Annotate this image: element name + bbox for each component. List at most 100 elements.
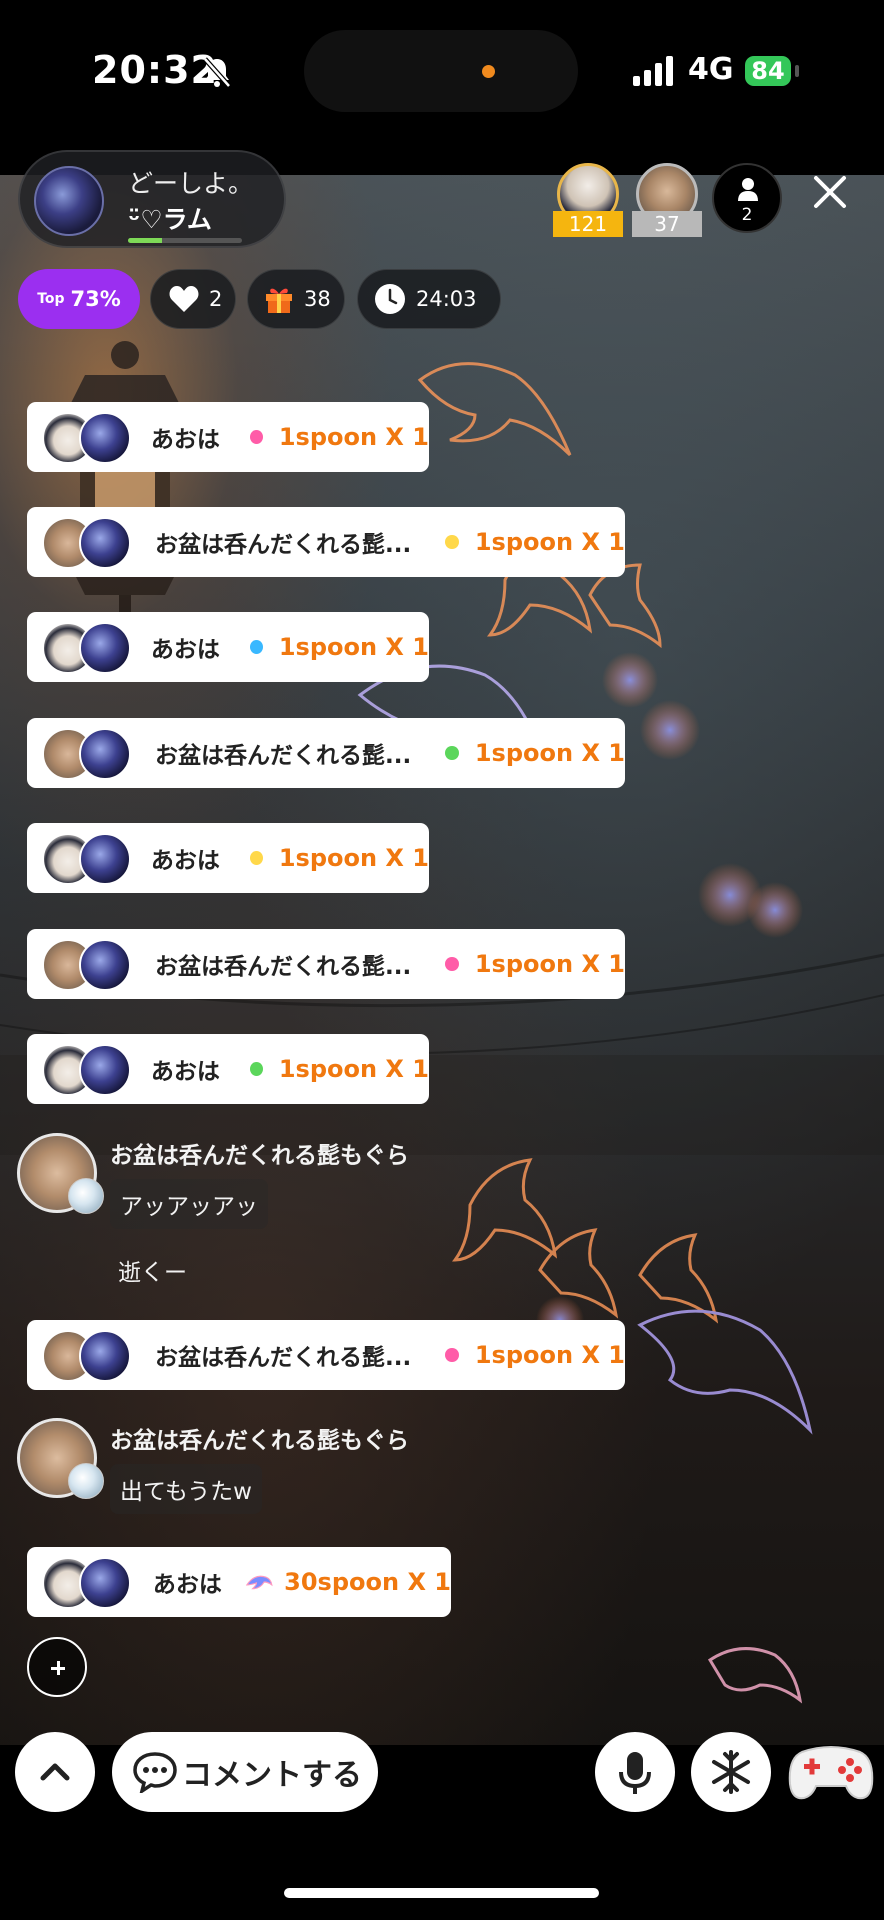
sparkle-icon [249, 640, 263, 654]
top-fan-1-count: 121 [553, 211, 623, 237]
status-time: 20:32 [92, 48, 218, 92]
gift-amount: 1spoon X 1 [278, 633, 429, 661]
chat-bubble-icon [133, 1752, 177, 1793]
gift-row: あおは 1spoon X 1 [27, 823, 429, 893]
clock-icon [375, 284, 405, 314]
gift-amount: 1spoon X 1 [474, 528, 625, 556]
expand-button[interactable] [15, 1732, 95, 1812]
top-percent: 73% [70, 287, 121, 311]
host-avatar-small [79, 412, 131, 464]
gift-icon [266, 288, 292, 313]
gifts-count: 38 [304, 287, 331, 311]
gift-row: お盆は呑んだくれる髭... 1spoon X 1 [27, 718, 625, 788]
gift-amount: 1spoon X 1 [278, 1055, 429, 1083]
heart-icon [169, 286, 199, 312]
host-avatar-small [79, 1044, 131, 1096]
effects-button[interactable] [691, 1732, 771, 1812]
top-rank-badge[interactable]: Top 73% [18, 269, 140, 329]
gift-avatars [42, 929, 135, 999]
host-avatar-small [79, 728, 131, 780]
sender-name: あおは [150, 427, 220, 453]
sender-name: あおは [150, 848, 220, 874]
home-indicator[interactable] [284, 1888, 599, 1898]
mic-button[interactable] [595, 1732, 675, 1812]
gift-row: あおは 1spoon X 1 [27, 402, 429, 472]
sender-name: お盆は呑んだくれる髭... [154, 1345, 412, 1371]
status-bar: 20:32 4G 84 [0, 0, 884, 175]
user-icon [738, 178, 758, 201]
sender-name: あおは [152, 1572, 222, 1598]
sparkle-icon [249, 851, 263, 865]
chat-avatar[interactable] [17, 1418, 104, 1499]
gift-row: お盆は呑んだくれる髭... 1spoon X 1 [27, 1320, 625, 1390]
gift-amount: 30spoon X 1 [284, 1568, 451, 1596]
chat-avatar[interactable] [17, 1133, 104, 1214]
duration: 24:03 [416, 287, 477, 311]
chat-message: アッアッアッ [110, 1179, 268, 1229]
close-icon[interactable] [808, 170, 852, 214]
host-avatar-small [79, 517, 131, 569]
sender-name: あおは [150, 1059, 220, 1085]
sender-name: お盆は呑んだくれる髭... [154, 743, 412, 769]
gamepad-icon[interactable] [788, 1740, 874, 1804]
battery-charging-icon: 84 [745, 56, 791, 86]
add-button[interactable] [27, 1637, 87, 1697]
likes-pill: 2 [150, 269, 236, 329]
host-avatar-small [79, 622, 131, 674]
host-avatar-small [79, 1330, 131, 1382]
snowflake-icon [712, 1750, 750, 1794]
duration-pill: 24:03 [357, 269, 501, 329]
gift-avatars [42, 1320, 135, 1390]
host-profile-card[interactable]: どーしよ。 ᵕ̈♡ラム [18, 150, 286, 248]
chat-message: 逝くー [118, 1260, 187, 1286]
sparkle-icon [445, 535, 459, 549]
signal-icon [633, 56, 673, 86]
gift-avatars [42, 507, 135, 577]
top-fan-2-count: 37 [632, 211, 702, 237]
chat-message: 出てもうたw [110, 1464, 262, 1514]
host-level-fill [128, 238, 163, 243]
host-avatar[interactable] [34, 166, 104, 236]
top-fan-2[interactable]: 37 [632, 163, 702, 237]
host-avatar-small [79, 833, 131, 885]
network-type: 4G [688, 52, 734, 87]
comment-button[interactable]: コメントする [112, 1732, 378, 1812]
gift-row: お盆は呑んだくれる髭... 1spoon X 1 [27, 929, 625, 999]
recording-dot [482, 65, 495, 78]
gift-avatars [42, 612, 131, 682]
gift-avatars [42, 1034, 131, 1104]
gift-amount: 1spoon X 1 [474, 950, 625, 978]
sparkle-icon [445, 746, 459, 760]
chat-sender-name: お盆は呑んだくれる髭もぐら [110, 1428, 409, 1454]
host-avatar-small [79, 939, 131, 991]
sparkle-icon [445, 957, 459, 971]
top-fan-1[interactable]: 121 [553, 163, 623, 237]
gift-row: お盆は呑んだくれる髭... 1spoon X 1 [27, 507, 625, 577]
battery-tip [795, 65, 799, 77]
battery-level: 84 [751, 57, 785, 85]
viewer-count-button[interactable]: 2 [712, 163, 782, 233]
host-avatar-small [79, 1557, 131, 1609]
top-label: Top [37, 291, 65, 307]
host-name: ᵕ̈♡ラム [128, 205, 212, 234]
gift-row: あおは 1spoon X 1 [27, 612, 429, 682]
gift-amount: 1spoon X 1 [278, 844, 429, 872]
gifts-pill: 38 [247, 269, 345, 329]
viewer-count: 2 [741, 205, 753, 225]
sender-name: お盆は呑んだくれる髭... [154, 954, 412, 980]
host-level-bar [128, 238, 242, 243]
sparkle-icon [249, 1062, 263, 1076]
wing-badge-icon [68, 1463, 104, 1499]
gift-amount: 1spoon X 1 [278, 423, 429, 451]
dolphin-icon [246, 1575, 274, 1590]
wing-badge-icon [68, 1178, 104, 1214]
sparkle-icon [445, 1348, 459, 1362]
mic-icon [619, 1752, 651, 1794]
sparkle-icon [249, 430, 263, 444]
bell-mute-icon [203, 57, 231, 88]
gift-row: あおは 30spoon X 1 [27, 1547, 451, 1617]
gift-avatars [42, 718, 135, 788]
sender-name: お盆は呑んだくれる髭... [154, 532, 412, 558]
gift-amount: 1spoon X 1 [474, 1341, 625, 1369]
gift-avatars [42, 1547, 133, 1617]
